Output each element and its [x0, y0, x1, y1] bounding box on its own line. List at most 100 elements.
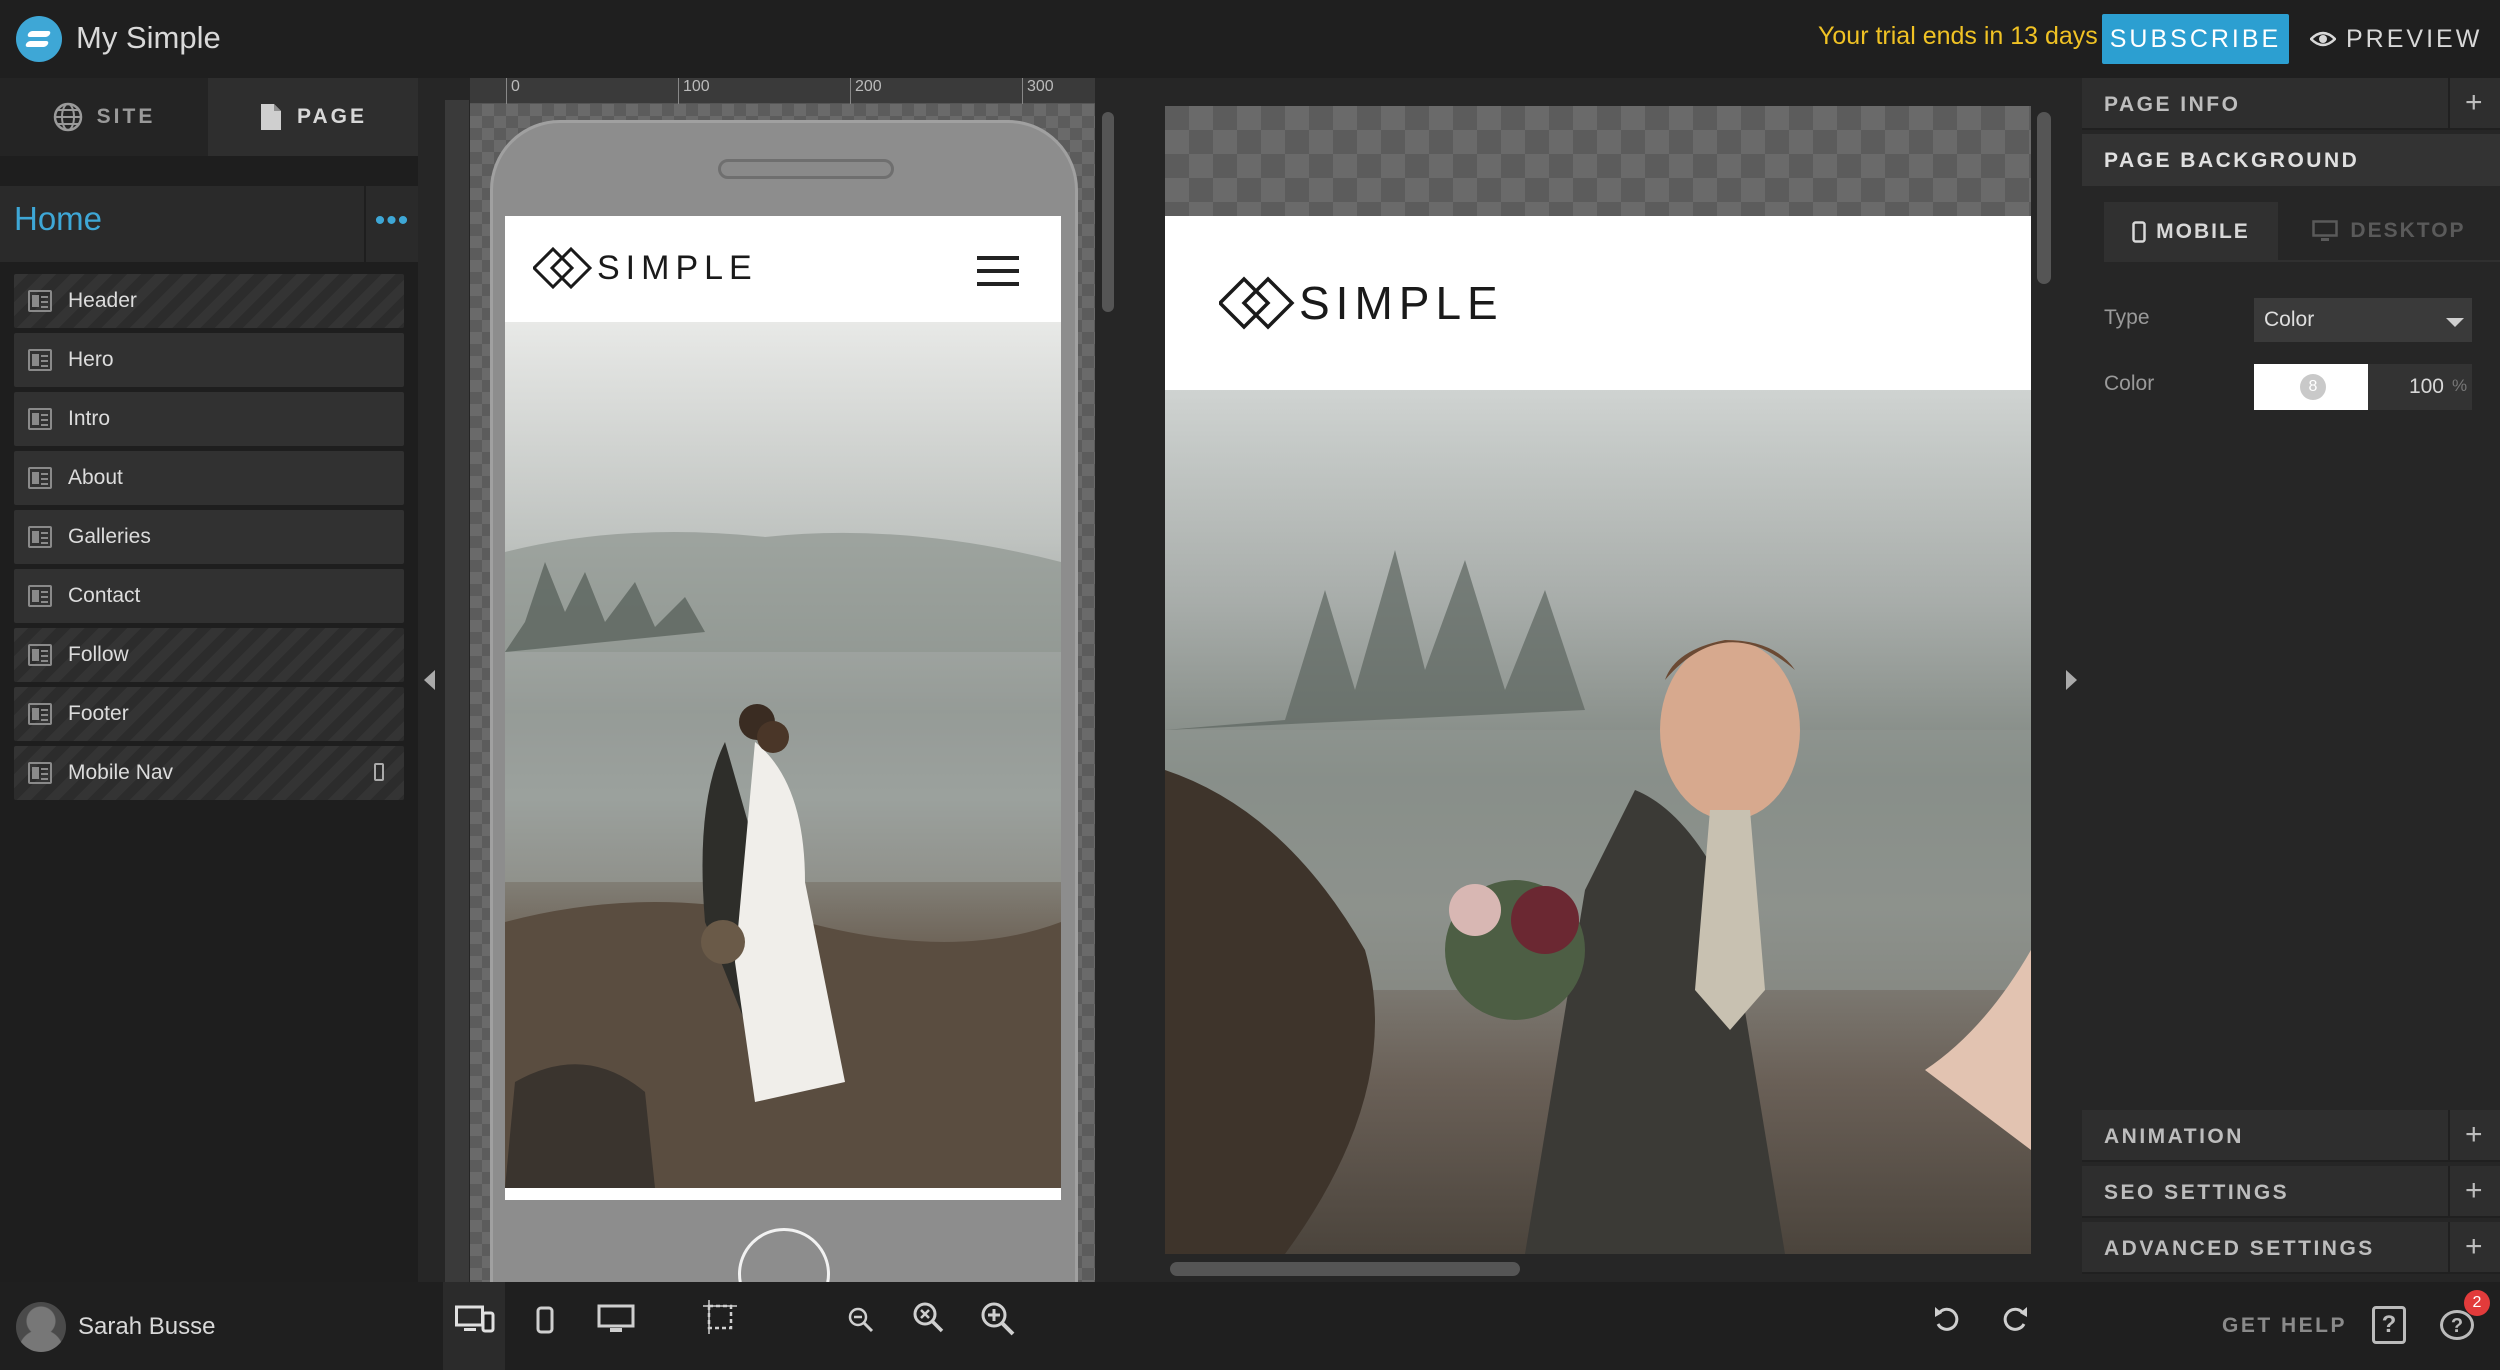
section-icon [28, 762, 52, 784]
preview-button[interactable]: PREVIEW [2310, 20, 2482, 58]
redo-arrow-icon [2003, 1307, 2027, 1331]
tab-site[interactable]: SITE [0, 78, 208, 156]
desktop-hero-image[interactable] [1165, 390, 2031, 1254]
section-icon [28, 408, 52, 430]
grid-toggle-icon[interactable] [702, 1300, 738, 1350]
advanced-settings-label: ADVANCED SETTINGS [2104, 1237, 2375, 1260]
section-item-follow[interactable]: Follow [14, 628, 404, 682]
color-label: Color [2104, 372, 2155, 395]
split-view-icon [455, 1305, 495, 1333]
mobile-hero-image[interactable] [505, 322, 1061, 1188]
desktop-view-icon[interactable] [596, 1300, 636, 1350]
collapse-left-panel-icon[interactable] [424, 670, 435, 690]
get-help-link[interactable]: GET HELP [2222, 1314, 2347, 1338]
user-name[interactable]: Sarah Busse [78, 1313, 215, 1341]
section-label: Footer [68, 702, 129, 725]
animation-section[interactable]: ANIMATION + [2082, 1110, 2500, 1162]
desktop-horizontal-scrollbar[interactable] [1170, 1262, 1520, 1276]
hamburger-menu-icon[interactable] [977, 256, 1019, 286]
section-item-intro[interactable]: Intro [14, 392, 404, 446]
desktop-mobile-view-icon[interactable] [455, 1300, 495, 1350]
expand-plus-icon[interactable]: + [2448, 78, 2500, 130]
background-type-select[interactable]: Color [2254, 298, 2472, 342]
site-title[interactable]: My Simple [76, 20, 221, 56]
section-item-about[interactable]: About [14, 451, 404, 505]
help-icon[interactable]: ? [2372, 1306, 2406, 1344]
magnifier-minus-icon [848, 1307, 874, 1333]
monitor-icon [2312, 220, 2339, 241]
couple-photo [505, 532, 1061, 1188]
notification-badge: 2 [2464, 1290, 2490, 1316]
section-label: Header [68, 289, 137, 312]
section-item-galleries[interactable]: Galleries [14, 510, 404, 564]
bottom-bar [0, 1282, 2500, 1370]
zoom-in-icon[interactable] [978, 1300, 1018, 1350]
page-selector[interactable]: Home ••• [0, 186, 418, 262]
magnifier-plus-icon [981, 1302, 1015, 1336]
section-icon [28, 585, 52, 607]
section-icon [28, 290, 52, 312]
ruler-tick: 300 [1022, 78, 1054, 104]
desktop-site-header[interactable]: SIMPLE [1165, 216, 2031, 390]
seo-settings-section[interactable]: SEO SETTINGS + [2082, 1166, 2500, 1218]
page-options-icon[interactable]: ••• [364, 186, 418, 262]
expand-plus-icon[interactable]: + [2448, 1222, 2500, 1274]
mobile-icon [2132, 221, 2146, 243]
collapse-right-panel-icon[interactable] [2066, 670, 2077, 690]
mobile-section-divider [505, 1188, 1061, 1200]
section-item-mobile-nav[interactable]: Mobile Nav [14, 746, 404, 800]
expand-plus-icon[interactable]: + [2448, 1166, 2500, 1218]
app-logo-icon[interactable] [16, 16, 62, 62]
tab-site-label: SITE [96, 105, 156, 128]
groom-photo [1165, 550, 2031, 1254]
color-picker-icon[interactable]: 8 [2300, 374, 2326, 400]
section-icon [28, 467, 52, 489]
tab-page-label: PAGE [297, 105, 367, 128]
section-item-header[interactable]: Header [14, 274, 404, 328]
zoom-reset-icon[interactable] [910, 1300, 946, 1350]
page-background-heading[interactable]: PAGE BACKGROUND [2082, 134, 2500, 186]
expand-plus-icon[interactable]: + [2448, 1110, 2500, 1162]
section-label: Hero [68, 348, 114, 371]
tab-mobile-label: MOBILE [2156, 220, 2250, 243]
desktop-vertical-scrollbar[interactable] [2037, 112, 2051, 284]
site-logo: SIMPLE [533, 246, 758, 290]
section-item-footer[interactable]: Footer [14, 687, 404, 741]
type-label: Type [2104, 306, 2150, 329]
logo-text: SIMPLE [597, 248, 758, 287]
horizontal-ruler: 0 100 200 300 [470, 78, 1095, 104]
animation-label: ANIMATION [2104, 1125, 2244, 1148]
section-icon [28, 526, 52, 548]
section-item-contact[interactable]: Contact [14, 569, 404, 623]
section-label: Follow [68, 643, 129, 666]
subscribe-button[interactable]: SUBSCRIBE [2102, 14, 2289, 64]
section-icon [28, 703, 52, 725]
section-icon [28, 644, 52, 666]
undo-arrow-icon [1935, 1307, 1959, 1331]
page-title[interactable]: Home [14, 200, 102, 238]
advanced-settings-section[interactable]: ADVANCED SETTINGS + [2082, 1222, 2500, 1274]
chat-icon[interactable]: ? [2440, 1310, 2474, 1340]
avatar[interactable] [16, 1302, 66, 1352]
redo-icon[interactable] [1998, 1300, 2032, 1350]
seo-settings-label: SEO SETTINGS [2104, 1181, 2290, 1204]
tab-page[interactable]: PAGE [208, 78, 418, 156]
tab-desktop[interactable]: DESKTOP [2278, 202, 2500, 262]
tab-desktop-label: DESKTOP [2350, 219, 2466, 242]
preview-label: PREVIEW [2346, 24, 2483, 53]
mobile-scrollbar[interactable] [1102, 112, 1114, 312]
undo-icon[interactable] [1930, 1300, 1964, 1350]
mobile-site-header[interactable]: SIMPLE [505, 216, 1061, 322]
phone-speaker [718, 159, 894, 179]
section-icon [28, 349, 52, 371]
zoom-out-icon[interactable] [846, 1300, 876, 1350]
ruler-tick: 100 [678, 78, 710, 104]
ruler-tick: 0 [506, 78, 520, 104]
diamond-logo-icon [533, 246, 593, 290]
section-label: Galleries [68, 525, 151, 548]
mobile-view-icon[interactable] [530, 1300, 560, 1350]
tab-mobile[interactable]: MOBILE [2104, 202, 2278, 262]
page-info-section[interactable]: PAGE INFO + [2082, 78, 2500, 130]
section-item-hero[interactable]: Hero [14, 333, 404, 387]
page-info-label: PAGE INFO [2104, 93, 2241, 116]
